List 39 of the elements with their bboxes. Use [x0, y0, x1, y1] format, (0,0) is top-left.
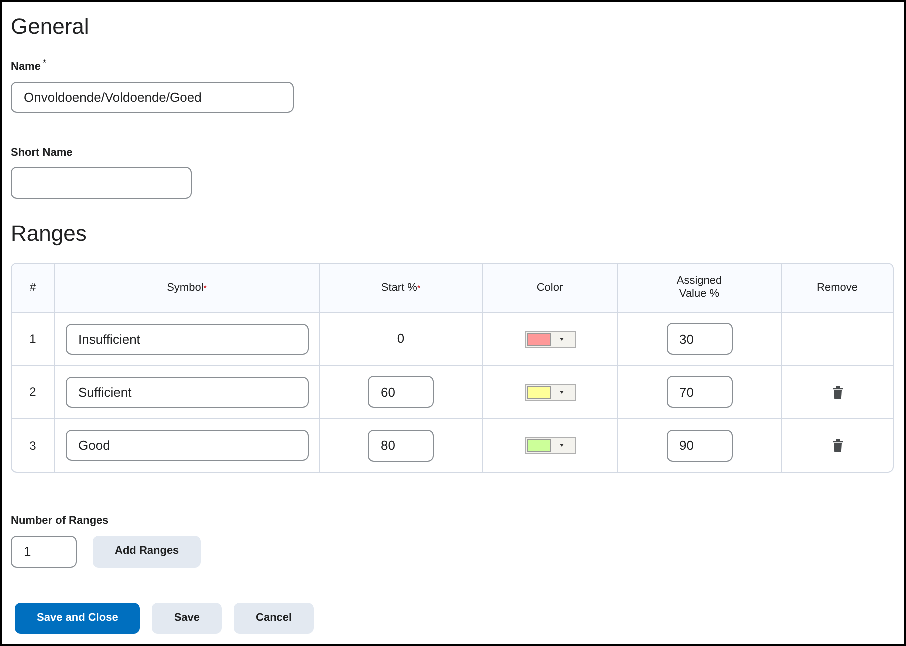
symbol-field[interactable]: Sufficient	[66, 376, 308, 408]
color-picker[interactable]	[524, 384, 576, 400]
name-field[interactable]: Onvoldoende/Voldoende/Goed	[11, 82, 294, 112]
assigned-value-field[interactable]: 70	[666, 376, 732, 408]
caret-icon	[560, 338, 564, 340]
column-header: #	[28, 282, 38, 294]
required-mark: *	[42, 59, 46, 68]
field-label: Number of Ranges	[11, 514, 109, 529]
action-button[interactable]: Save	[152, 602, 222, 634]
start-field[interactable]: 80	[368, 430, 434, 462]
row-number: 2	[30, 384, 36, 401]
number-of-ranges-field[interactable]: 1	[11, 536, 77, 568]
start-field[interactable]: 60	[368, 376, 434, 408]
row-number: 1	[30, 331, 36, 348]
action-button[interactable]: Save and Close	[15, 602, 140, 634]
color-picker[interactable]	[524, 330, 576, 348]
action-button[interactable]: Cancel	[234, 602, 314, 634]
trash-icon[interactable]	[832, 439, 842, 452]
short-name-field[interactable]	[11, 167, 192, 199]
field-label: Name	[11, 60, 41, 75]
assigned-value-field[interactable]: 30	[666, 323, 732, 355]
column-header: Start %*	[380, 282, 422, 294]
add-ranges-button[interactable]: Add Ranges	[93, 536, 202, 568]
column-header: Remove	[816, 282, 859, 294]
symbol-field[interactable]: Good	[66, 430, 308, 461]
caret-icon	[560, 390, 564, 394]
column-header: Color	[536, 282, 564, 294]
column-header: Symbol*	[166, 282, 208, 294]
start-value: 0	[397, 330, 405, 348]
row-number: 3	[30, 438, 36, 454]
assigned-value-field[interactable]: 90	[666, 430, 732, 462]
color-picker[interactable]	[524, 437, 576, 454]
field-label: Short Name	[11, 146, 73, 160]
symbol-field[interactable]: Insufficient	[66, 324, 308, 354]
section-heading: General	[11, 14, 90, 40]
section-heading: Ranges	[11, 221, 88, 247]
column-header: Assigned Value %	[676, 275, 724, 301]
caret-icon	[560, 444, 564, 447]
trash-icon[interactable]	[832, 386, 842, 398]
